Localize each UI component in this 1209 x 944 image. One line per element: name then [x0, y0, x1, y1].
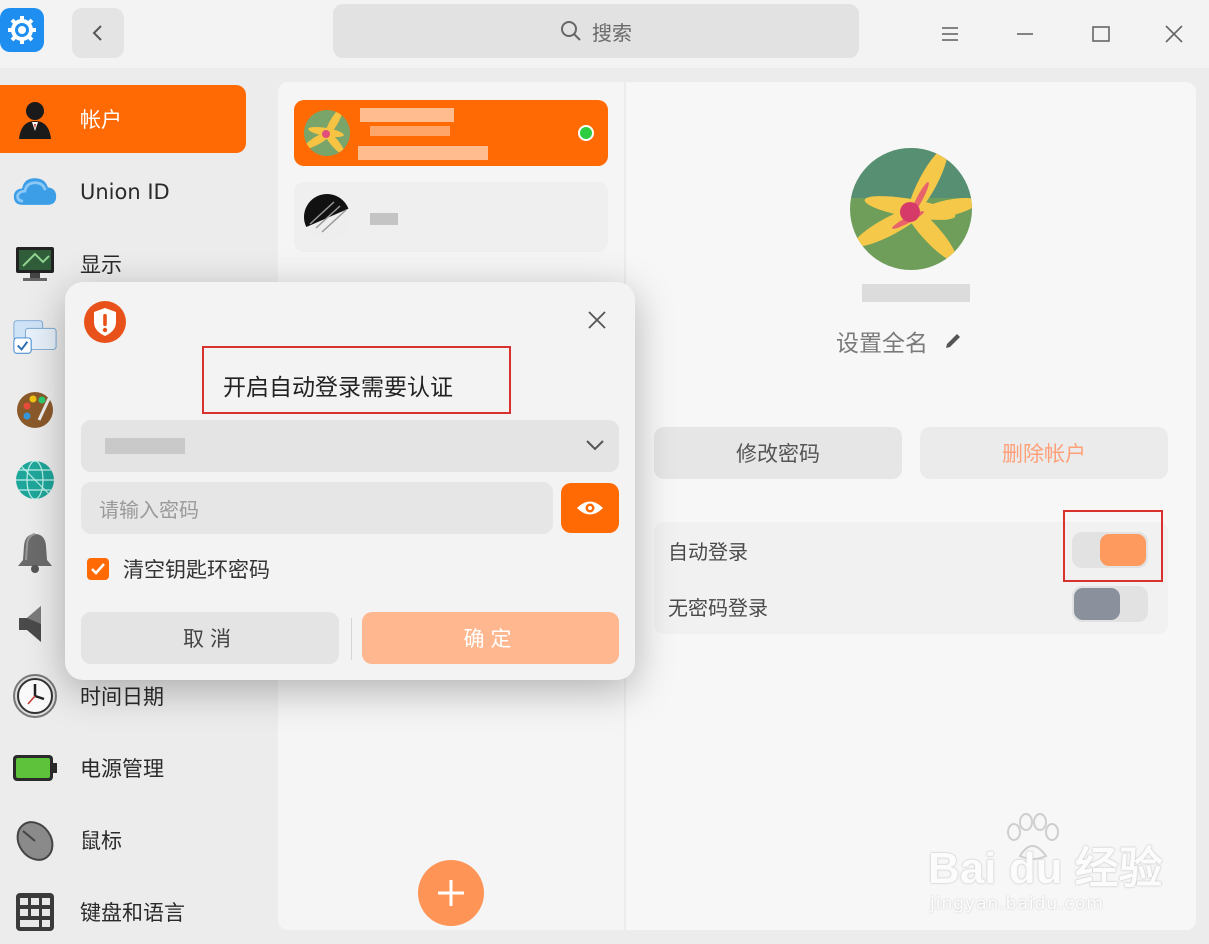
- confirm-button[interactable]: 确定: [362, 612, 619, 664]
- auto-login-label: 自动登录: [668, 539, 748, 564]
- back-button[interactable]: [72, 8, 124, 58]
- account-item[interactable]: [294, 182, 608, 252]
- clear-keyring-checkbox[interactable]: 清空钥匙环密码: [87, 554, 270, 584]
- passwordless-login-label: 无密码登录: [668, 595, 768, 620]
- cloud-icon: [12, 169, 58, 215]
- change-password-button[interactable]: 修改密码: [654, 427, 902, 479]
- title-bar: 搜索: [0, 0, 1209, 68]
- passwordless-login-switch[interactable]: [1072, 586, 1148, 622]
- bell-icon: [12, 529, 58, 575]
- watermark-url: jingyan.baidu.com: [930, 894, 1104, 914]
- keyboard-icon: [12, 889, 58, 935]
- add-account-button[interactable]: [418, 860, 484, 926]
- user-select[interactable]: [81, 420, 619, 472]
- close-icon[interactable]: [583, 306, 611, 334]
- online-status-dot: [578, 125, 594, 141]
- sidebar-item-label: 电源管理: [80, 757, 164, 781]
- account-fullname-redacted: [358, 146, 488, 160]
- minimize-icon: [1017, 33, 1033, 35]
- search-label: 搜索: [592, 20, 632, 45]
- passwordless-login-row: 无密码登录: [654, 578, 1168, 634]
- avatar: [304, 110, 350, 156]
- sidebar-item-keyboard[interactable]: 键盘和语言: [0, 878, 246, 944]
- maximize-button[interactable]: [1081, 14, 1121, 54]
- cancel-button[interactable]: 取消: [81, 612, 339, 664]
- settings-app-icon: [0, 8, 44, 52]
- show-password-button[interactable]: [561, 483, 619, 533]
- mouse-icon: [12, 817, 58, 863]
- set-fullname-label: 设置全名: [836, 331, 928, 357]
- plus-icon: [438, 880, 464, 906]
- sidebar-item-label: 帐户: [80, 108, 122, 132]
- account-name-redacted: [370, 213, 398, 225]
- chevron-down-icon: [586, 440, 604, 451]
- monitor-icon: [12, 241, 58, 287]
- user-icon: [12, 96, 58, 142]
- shield-icon: [84, 301, 126, 343]
- checkbox-checked-icon: [87, 558, 109, 580]
- edit-icon: [946, 334, 960, 348]
- selected-user-redacted: [105, 438, 185, 454]
- switch-knob: [1074, 588, 1120, 620]
- username-redacted: [862, 284, 970, 302]
- sidebar-item-power[interactable]: 电源管理: [0, 734, 246, 802]
- clock-icon: [12, 673, 58, 719]
- account-name-redacted: [370, 126, 450, 136]
- sidebar-item-label: 显示: [80, 253, 122, 277]
- default-apps-icon: [12, 313, 58, 359]
- palette-icon: [12, 385, 58, 431]
- minimize-button[interactable]: [1005, 14, 1045, 54]
- account-detail-panel: 设置全名 修改密码 删除帐户 自动登录 无密码登录: [626, 82, 1196, 930]
- maximize-icon: [1092, 26, 1110, 42]
- menu-button[interactable]: [930, 14, 970, 54]
- avatar: [304, 194, 350, 240]
- password-input[interactable]: 请输入密码: [81, 482, 553, 534]
- set-fullname[interactable]: 设置全名: [836, 324, 962, 358]
- sidebar-item-label: 键盘和语言: [80, 901, 185, 925]
- clear-keyring-label: 清空钥匙环密码: [123, 558, 270, 582]
- annotation-highlight-switch: [1063, 510, 1163, 582]
- avatar[interactable]: [850, 148, 972, 270]
- sidebar-item-label: 鼠标: [80, 829, 122, 853]
- menu-icon: [942, 27, 958, 41]
- account-name-redacted: [360, 108, 454, 122]
- search-icon: [561, 21, 581, 41]
- speaker-icon: [12, 601, 58, 647]
- auth-dialog: 开启自动登录需要认证 请输入密码 清空钥匙环密码 取消 确定: [65, 282, 635, 680]
- baidu-watermark: Bai du 经验 jingyan.baidu.com: [926, 812, 1206, 922]
- annotation-highlight-title: [202, 346, 511, 414]
- sidebar-item-union-id[interactable]: Union ID: [0, 158, 246, 226]
- button-divider: [351, 618, 352, 660]
- close-icon: [1165, 25, 1183, 43]
- sidebar-item-label: Union ID: [80, 180, 170, 204]
- battery-icon: [12, 745, 58, 791]
- chevron-left-icon: [92, 25, 102, 41]
- sidebar-item-label: 时间日期: [80, 685, 164, 709]
- sidebar-item-accounts[interactable]: 帐户: [0, 85, 246, 153]
- network-icon: [12, 457, 58, 503]
- watermark-text: Bai du 经验: [928, 844, 1163, 893]
- delete-account-button[interactable]: 删除帐户: [920, 427, 1168, 479]
- search-box[interactable]: 搜索: [333, 4, 859, 58]
- account-item-current[interactable]: [294, 100, 608, 166]
- close-window-button[interactable]: [1154, 14, 1194, 54]
- sidebar-item-mouse[interactable]: 鼠标: [0, 806, 246, 874]
- password-placeholder: 请输入密码: [99, 497, 199, 522]
- eye-icon: [577, 501, 603, 515]
